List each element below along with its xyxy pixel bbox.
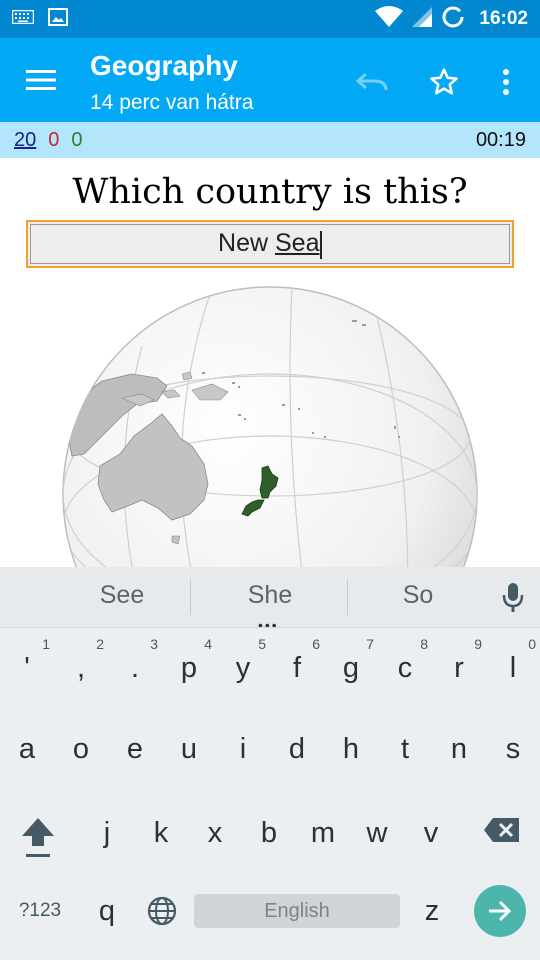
screen: 16:02 Geography 14 perc van hátra 20 0 0… bbox=[0, 0, 540, 960]
image-icon bbox=[48, 7, 68, 31]
symbols-key[interactable]: ?123 bbox=[8, 895, 72, 927]
suggestion-2[interactable]: She bbox=[195, 581, 345, 610]
status-bar: 16:02 bbox=[0, 0, 540, 38]
undo-button[interactable] bbox=[350, 62, 394, 102]
more-vert-icon bbox=[503, 69, 509, 95]
soft-keyboard: See She ••• So ' 1 ,2 .3 p4 y5 f6 g7 c8 r… bbox=[0, 567, 540, 960]
app-bar: Geography 14 perc van hátra bbox=[0, 38, 540, 122]
score-right: 0 bbox=[71, 128, 83, 151]
key-x[interactable]: x bbox=[188, 799, 242, 879]
undo-icon bbox=[356, 72, 388, 91]
key-t[interactable]: t bbox=[378, 717, 432, 797]
score-wrong: 0 bbox=[48, 128, 60, 151]
app-title: Geography bbox=[90, 50, 238, 81]
key-l[interactable]: l0 bbox=[486, 630, 540, 710]
favorite-button[interactable] bbox=[422, 60, 466, 104]
wifi-icon bbox=[375, 5, 404, 33]
key-i[interactable]: i bbox=[216, 717, 270, 797]
score-bar: 20 0 0 00:19 bbox=[0, 122, 540, 158]
shift-icon bbox=[22, 818, 54, 857]
key-n[interactable]: n bbox=[432, 717, 486, 797]
key-v[interactable]: v bbox=[404, 799, 458, 879]
space-bar[interactable]: English bbox=[194, 894, 400, 928]
globe-icon bbox=[147, 896, 177, 926]
key-u[interactable]: u bbox=[162, 717, 216, 797]
backspace-key[interactable] bbox=[478, 813, 526, 847]
key-y[interactable]: y5 bbox=[216, 630, 270, 710]
shift-key[interactable] bbox=[10, 810, 66, 866]
answer-text: New Sea bbox=[218, 229, 322, 259]
key-k[interactable]: k bbox=[134, 799, 188, 879]
key-d[interactable]: d bbox=[270, 717, 324, 797]
star-icon bbox=[430, 68, 458, 95]
suggestion-divider bbox=[190, 579, 191, 615]
suggestion-1[interactable]: See bbox=[47, 581, 197, 610]
key-apostrophe[interactable]: ' 1 bbox=[0, 630, 54, 710]
key-f[interactable]: f6 bbox=[270, 630, 324, 710]
text-cursor bbox=[320, 230, 322, 259]
answer-prefix: New bbox=[218, 229, 275, 258]
menu-icon bbox=[26, 70, 56, 90]
keyboard-icon bbox=[11, 9, 35, 29]
sync-icon bbox=[441, 5, 465, 34]
app-subtitle: 14 perc van hátra bbox=[90, 91, 254, 114]
answer-input[interactable]: New Sea bbox=[26, 220, 514, 268]
key-o[interactable]: o bbox=[54, 717, 108, 797]
keyboard-separator bbox=[0, 627, 540, 628]
menu-button[interactable] bbox=[16, 60, 66, 100]
timer: 00:19 bbox=[475, 128, 526, 151]
key-c[interactable]: c8 bbox=[378, 630, 432, 710]
key-w[interactable]: w bbox=[350, 799, 404, 879]
arrow-right-icon bbox=[489, 900, 512, 922]
key-r[interactable]: r9 bbox=[432, 630, 486, 710]
answer-composing: Sea bbox=[274, 229, 320, 258]
key-z[interactable]: z bbox=[405, 885, 459, 945]
backspace-icon bbox=[484, 818, 519, 842]
key-j[interactable]: j bbox=[80, 799, 134, 879]
key-a[interactable]: a bbox=[0, 717, 54, 797]
key-g[interactable]: g7 bbox=[324, 630, 378, 710]
question-text: Which country is this? bbox=[72, 172, 468, 212]
mic-icon[interactable] bbox=[498, 581, 528, 615]
key-s[interactable]: s bbox=[486, 717, 540, 797]
key-q[interactable]: q bbox=[80, 885, 134, 945]
suggestion-strip: See She ••• So bbox=[0, 567, 540, 633]
enter-key[interactable] bbox=[474, 885, 526, 937]
key-b[interactable]: b bbox=[242, 799, 296, 879]
key-e[interactable]: e bbox=[108, 717, 162, 797]
suggestion-3[interactable]: So bbox=[343, 581, 493, 610]
more-options-button[interactable] bbox=[488, 60, 524, 104]
signal-icon bbox=[411, 6, 433, 33]
score-total[interactable]: 20 bbox=[14, 129, 36, 152]
key-period[interactable]: .3 bbox=[108, 630, 162, 710]
key-h[interactable]: h bbox=[324, 717, 378, 797]
language-key[interactable] bbox=[142, 893, 182, 929]
key-m[interactable]: m bbox=[296, 799, 350, 879]
status-time: 16:02 bbox=[479, 8, 528, 29]
key-comma[interactable]: ,2 bbox=[54, 630, 108, 710]
key-p[interactable]: p4 bbox=[162, 630, 216, 710]
